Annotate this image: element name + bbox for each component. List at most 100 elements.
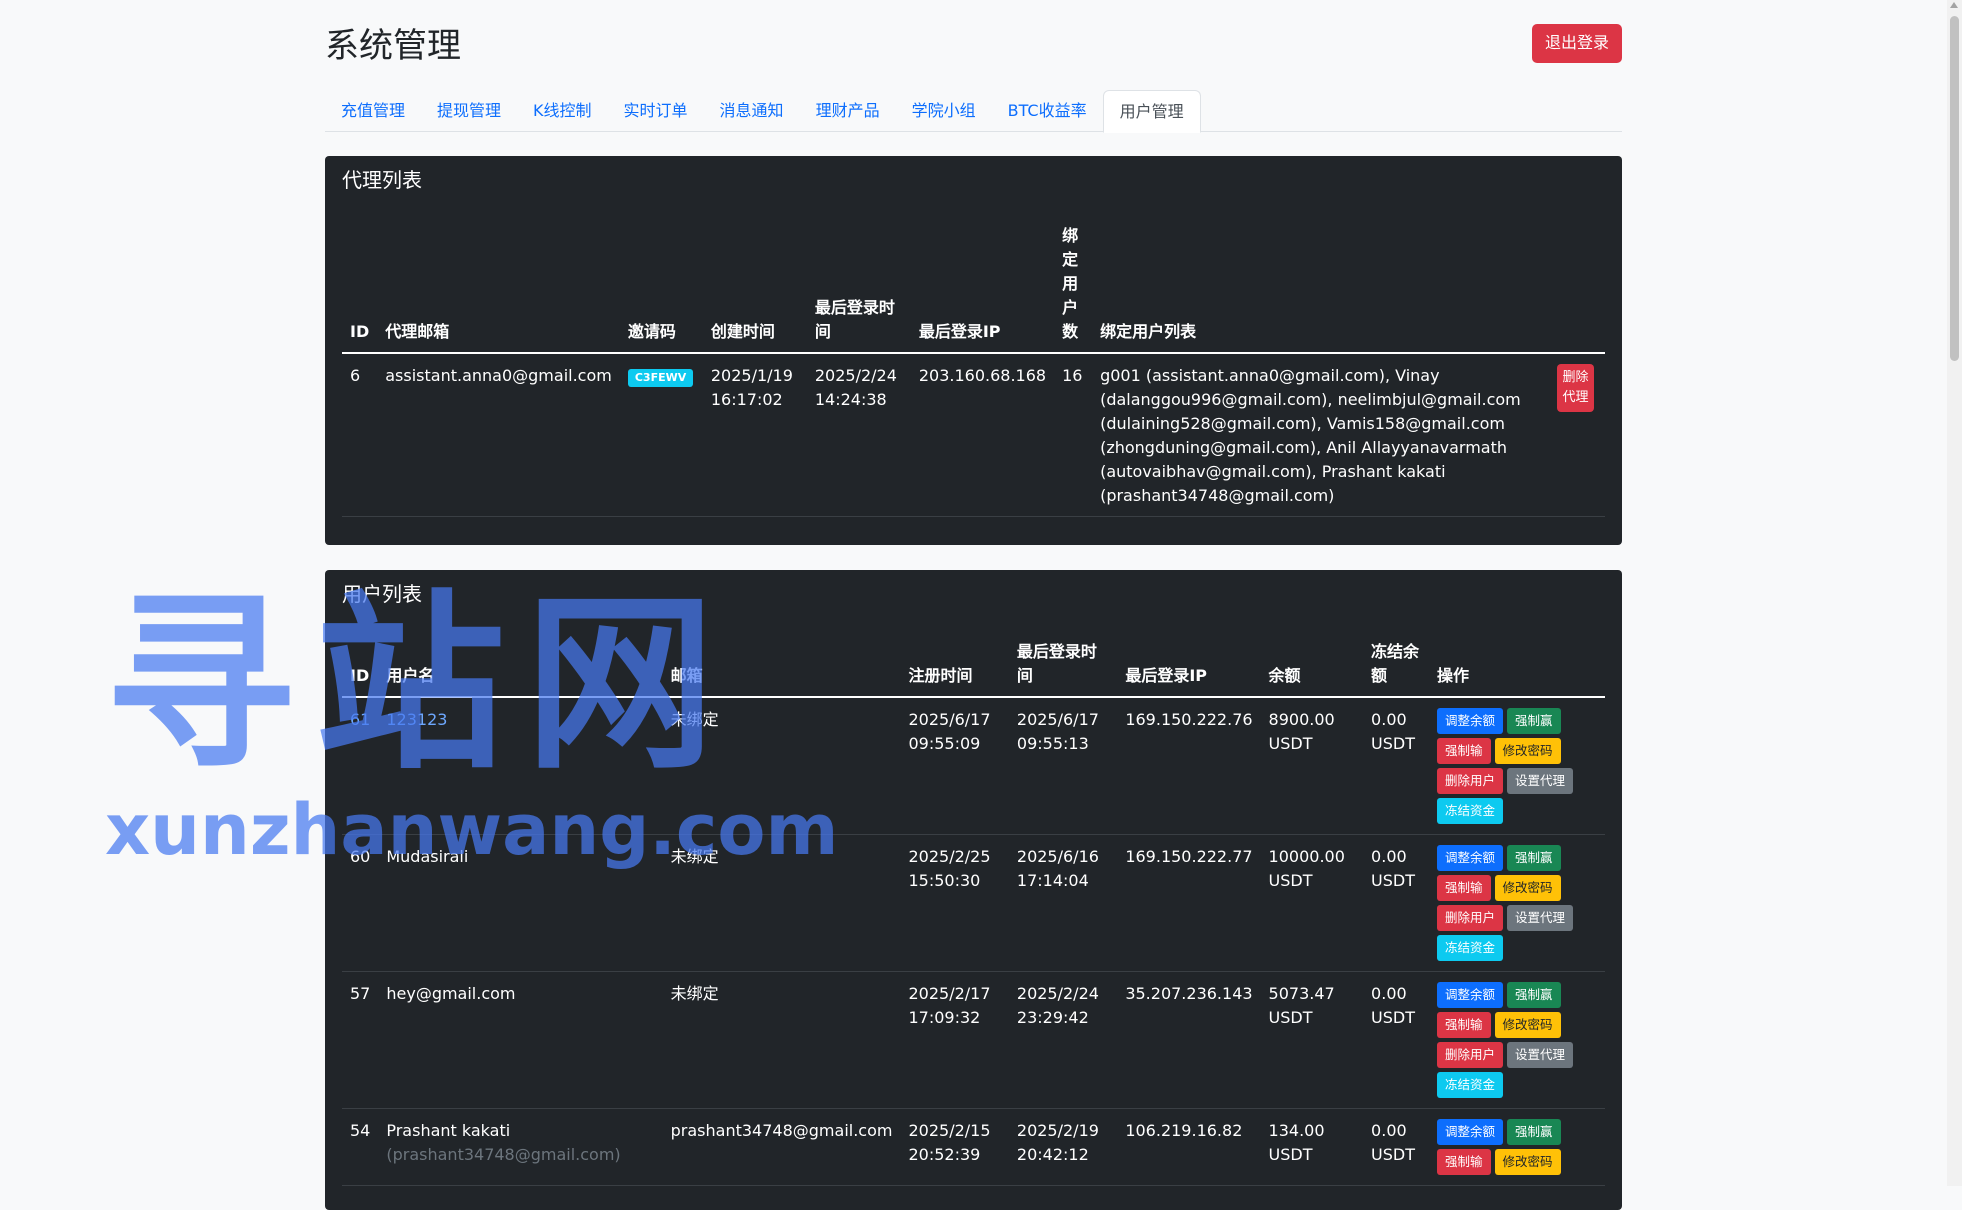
agent-email: assistant.anna0@gmail.com <box>377 353 620 517</box>
tab-finance[interactable]: 理财产品 <box>800 90 896 130</box>
page-title: 系统管理 <box>325 26 461 66</box>
freeze-funds-button[interactable]: 冻结资金 <box>1437 798 1504 824</box>
col-id: ID <box>342 218 378 354</box>
user-actions: 调整余额 强制赢 强制输 修改密码 删除用户 设置代理 冻结资金 <box>1429 834 1605 972</box>
delete-user-button[interactable]: 删除用户 <box>1437 1042 1504 1068</box>
user-username: Prashant kakati <box>386 1121 511 1140</box>
vertical-scrollbar[interactable] <box>1947 0 1962 1186</box>
agent-list-card: 代理列表 ID 代理邮箱 邀请码 创建时间 最后登录时间 最后登录IP 绑定用户… <box>325 156 1622 545</box>
user-actions: 调整余额 强制赢 强制输 修改密码 <box>1429 1108 1605 1186</box>
col-frozen: 冻结余额 <box>1363 634 1429 698</box>
user-frozen: 0.00 USDT <box>1363 1108 1429 1186</box>
user-registered: 2025/6/17 09:55:09 <box>900 697 1009 835</box>
user-email: 未绑定 <box>662 971 901 1109</box>
delete-user-button[interactable]: 删除用户 <box>1437 768 1504 794</box>
agent-last-login: 2025/2/24 14:24:38 <box>806 353 911 517</box>
force-lose-button[interactable]: 强制输 <box>1437 875 1491 901</box>
user-last-login: 2025/2/19 20:42:12 <box>1008 1108 1118 1186</box>
freeze-funds-button[interactable]: 冻结资金 <box>1437 1072 1504 1098</box>
user-last-ip: 169.150.222.76 <box>1117 697 1261 835</box>
delete-agent-button[interactable]: 删除代理 <box>1557 364 1594 412</box>
tab-orders[interactable]: 实时订单 <box>608 90 704 130</box>
tab-kline[interactable]: K线控制 <box>517 90 608 130</box>
agent-last-ip: 203.160.68.168 <box>910 353 1055 517</box>
set-agent-button[interactable]: 设置代理 <box>1507 905 1574 931</box>
tab-recharge[interactable]: 充值管理 <box>325 90 421 130</box>
force-win-button[interactable]: 强制赢 <box>1507 845 1561 871</box>
user-frozen: 0.00 USDT <box>1363 834 1429 972</box>
col-last-ip: 最后登录IP <box>1117 634 1261 698</box>
col-balance: 余额 <box>1260 634 1364 698</box>
user-last-login: 2025/2/24 23:29:42 <box>1008 971 1118 1109</box>
freeze-funds-button[interactable]: 冻结资金 <box>1437 935 1504 961</box>
col-agent-action <box>1549 218 1605 354</box>
set-agent-button[interactable]: 设置代理 <box>1507 768 1574 794</box>
user-last-ip: 169.150.222.77 <box>1117 834 1261 972</box>
col-agent-email: 代理邮箱 <box>377 218 620 354</box>
adjust-balance-button[interactable]: 调整余额 <box>1437 1119 1504 1145</box>
change-password-button[interactable]: 修改密码 <box>1494 1149 1561 1175</box>
agent-id: 6 <box>342 353 378 517</box>
user-registered: 2025/2/17 17:09:32 <box>900 971 1009 1109</box>
col-bound-count: 绑定用户数 <box>1054 218 1093 354</box>
change-password-button[interactable]: 修改密码 <box>1494 738 1561 764</box>
col-actions: 操作 <box>1429 634 1605 698</box>
invite-cell: C3FEWV <box>619 353 703 517</box>
tab-btc-yield[interactable]: BTC收益率 <box>992 90 1103 130</box>
agent-created: 2025/1/19 16:17:02 <box>702 353 807 517</box>
tab-messages[interactable]: 消息通知 <box>704 90 800 130</box>
change-password-button[interactable]: 修改密码 <box>1494 1012 1561 1038</box>
delete-user-button[interactable]: 删除用户 <box>1437 905 1504 931</box>
watermark-chinese: 寻站网 <box>105 574 736 795</box>
user-balance: 134.00 USDT <box>1260 1108 1364 1186</box>
user-balance: 5073.47 USDT <box>1260 971 1364 1109</box>
table-row: 54 Prashant kakati (prashant34748@gmail.… <box>342 1108 1605 1186</box>
col-last-login: 最后登录时间 <box>806 218 911 354</box>
agent-list-title: 代理列表 <box>342 168 422 192</box>
change-password-button[interactable]: 修改密码 <box>1494 875 1561 901</box>
force-lose-button[interactable]: 强制输 <box>1437 1149 1491 1175</box>
user-frozen: 0.00 USDT <box>1363 697 1429 835</box>
tab-academy[interactable]: 学院小组 <box>896 90 992 130</box>
table-row: 6 assistant.anna0@gmail.com C3FEWV 2025/… <box>342 353 1605 517</box>
adjust-balance-button[interactable]: 调整余额 <box>1437 982 1504 1008</box>
set-agent-button[interactable]: 设置代理 <box>1507 1042 1574 1068</box>
user-last-login: 2025/6/17 09:55:13 <box>1008 697 1118 835</box>
table-row: 57 hey@gmail.com 未绑定 2025/2/17 17:09:32 … <box>342 971 1605 1109</box>
agent-bound-list: g001 (assistant.anna0@gmail.com), Vinay … <box>1092 353 1549 517</box>
agent-table: ID 代理邮箱 邀请码 创建时间 最后登录时间 最后登录IP 绑定用户数 绑定用… <box>342 218 1605 517</box>
user-email: prashant34748@gmail.com <box>662 1108 901 1186</box>
scroll-up-arrow-icon[interactable] <box>1950 2 1958 8</box>
logout-button[interactable]: 退出登录 <box>1531 24 1622 63</box>
user-last-login: 2025/6/16 17:14:04 <box>1008 834 1118 972</box>
user-id: 54 <box>342 1108 379 1186</box>
force-win-button[interactable]: 强制赢 <box>1507 982 1561 1008</box>
agent-bound-count: 16 <box>1054 353 1093 517</box>
adjust-balance-button[interactable]: 调整余额 <box>1437 708 1504 734</box>
tab-users[interactable]: 用户管理 <box>1102 90 1201 133</box>
user-username-sub: (prashant34748@gmail.com) <box>386 1145 621 1164</box>
scroll-thumb[interactable] <box>1950 16 1959 361</box>
force-lose-button[interactable]: 强制输 <box>1437 738 1491 764</box>
user-actions: 调整余额 强制赢 强制输 修改密码 删除用户 设置代理 冻结资金 <box>1429 971 1605 1109</box>
user-registered: 2025/2/15 20:52:39 <box>900 1108 1009 1186</box>
user-id: 57 <box>342 971 379 1109</box>
user-last-ip: 35.207.236.143 <box>1117 971 1261 1109</box>
user-username: hey@gmail.com <box>378 971 663 1109</box>
tab-withdraw[interactable]: 提现管理 <box>421 90 517 130</box>
invite-code-badge: C3FEWV <box>627 369 694 387</box>
user-balance: 8900.00 USDT <box>1260 697 1364 835</box>
user-registered: 2025/2/25 15:50:30 <box>900 834 1009 972</box>
col-invite-code: 邀请码 <box>619 218 703 354</box>
force-lose-button[interactable]: 强制输 <box>1437 1012 1491 1038</box>
agent-action-cell: 删除代理 <box>1549 353 1605 517</box>
col-last-ip: 最后登录IP <box>910 218 1055 354</box>
user-balance: 10000.00 USDT <box>1260 834 1364 972</box>
col-registered: 注册时间 <box>900 634 1009 698</box>
user-actions: 调整余额 强制赢 强制输 修改密码 删除用户 设置代理 冻结资金 <box>1429 697 1605 835</box>
adjust-balance-button[interactable]: 调整余额 <box>1437 845 1504 871</box>
force-win-button[interactable]: 强制赢 <box>1507 1119 1561 1145</box>
user-last-ip: 106.219.16.82 <box>1117 1108 1261 1186</box>
user-username-cell: Prashant kakati (prashant34748@gmail.com… <box>378 1108 663 1186</box>
force-win-button[interactable]: 强制赢 <box>1507 708 1561 734</box>
